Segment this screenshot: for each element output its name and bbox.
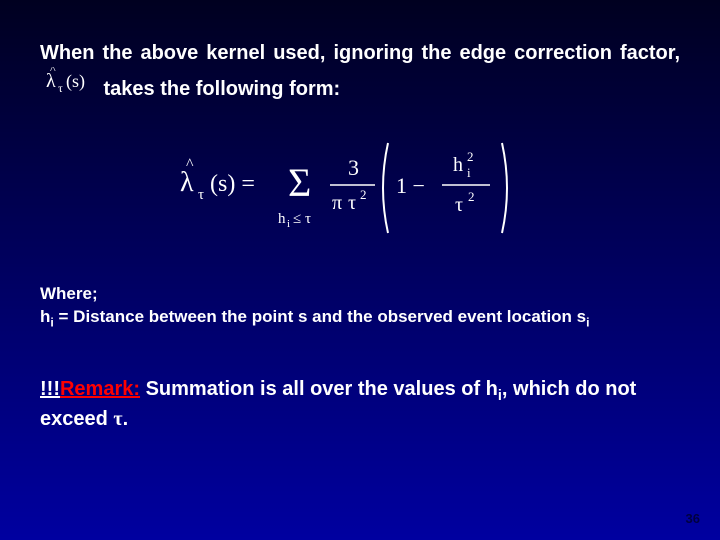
svg-text:(s): (s) [66, 71, 85, 92]
svg-text:i: i [467, 165, 471, 180]
svg-text:≤ τ: ≤ τ [293, 211, 311, 227]
remark-word: Remark: [60, 378, 140, 400]
svg-text:τ: τ [455, 194, 463, 216]
remark-prefix: !!! [40, 378, 60, 400]
svg-text:λ: λ [180, 167, 194, 198]
remark-tau: τ [113, 408, 122, 430]
svg-text:λ: λ [46, 70, 56, 92]
svg-text:h: h [278, 211, 286, 227]
slide-content: When the above kernel used, ignoring the… [0, 0, 720, 473]
para1-text-b: takes the following form: [104, 78, 341, 100]
remark-text-e: . [123, 408, 129, 430]
remark-text-a: Summation is all over the values of h [140, 378, 498, 400]
page-number: 36 [686, 511, 700, 526]
para1-text-a: When the above kernel used, ignoring the… [40, 42, 680, 64]
svg-text:(s) =: (s) = [210, 171, 255, 197]
svg-text:τ: τ [198, 187, 204, 203]
svg-text:τ: τ [348, 192, 356, 214]
where-definition: h i = Distance between the point s and th… [40, 306, 680, 331]
where-s-sub: i [586, 315, 589, 329]
svg-text:π: π [332, 192, 342, 214]
inline-lambda-expr: ^ λ τ (s) [40, 75, 104, 100]
svg-text:3: 3 [348, 155, 359, 180]
where-h: h [40, 307, 50, 326]
paragraph-1: When the above kernel used, ignoring the… [40, 40, 680, 103]
inline-lambda-svg: ^ λ τ (s) [46, 67, 92, 95]
formula-svg: ^ λ τ (s) = Σ h i ≤ τ 3 π τ 2 1 − h 2 i [170, 133, 550, 243]
where-block: Where; h i = Distance between the point s… [40, 283, 680, 331]
main-formula: ^ λ τ (s) = Σ h i ≤ τ 3 π τ 2 1 − h 2 i [40, 133, 680, 248]
svg-text:2: 2 [360, 187, 367, 202]
where-label: Where; [40, 283, 680, 306]
svg-text:2: 2 [468, 189, 475, 204]
svg-text:h: h [453, 154, 463, 176]
where-text: = Distance between the point s and the o… [54, 307, 586, 326]
svg-text:1 −: 1 − [396, 173, 425, 198]
svg-text:2: 2 [467, 149, 474, 164]
svg-text:i: i [287, 218, 290, 230]
remark-block: !!!Remark: Summation is all over the val… [40, 376, 680, 433]
svg-text:τ: τ [58, 81, 63, 95]
svg-text:Σ: Σ [288, 160, 311, 205]
